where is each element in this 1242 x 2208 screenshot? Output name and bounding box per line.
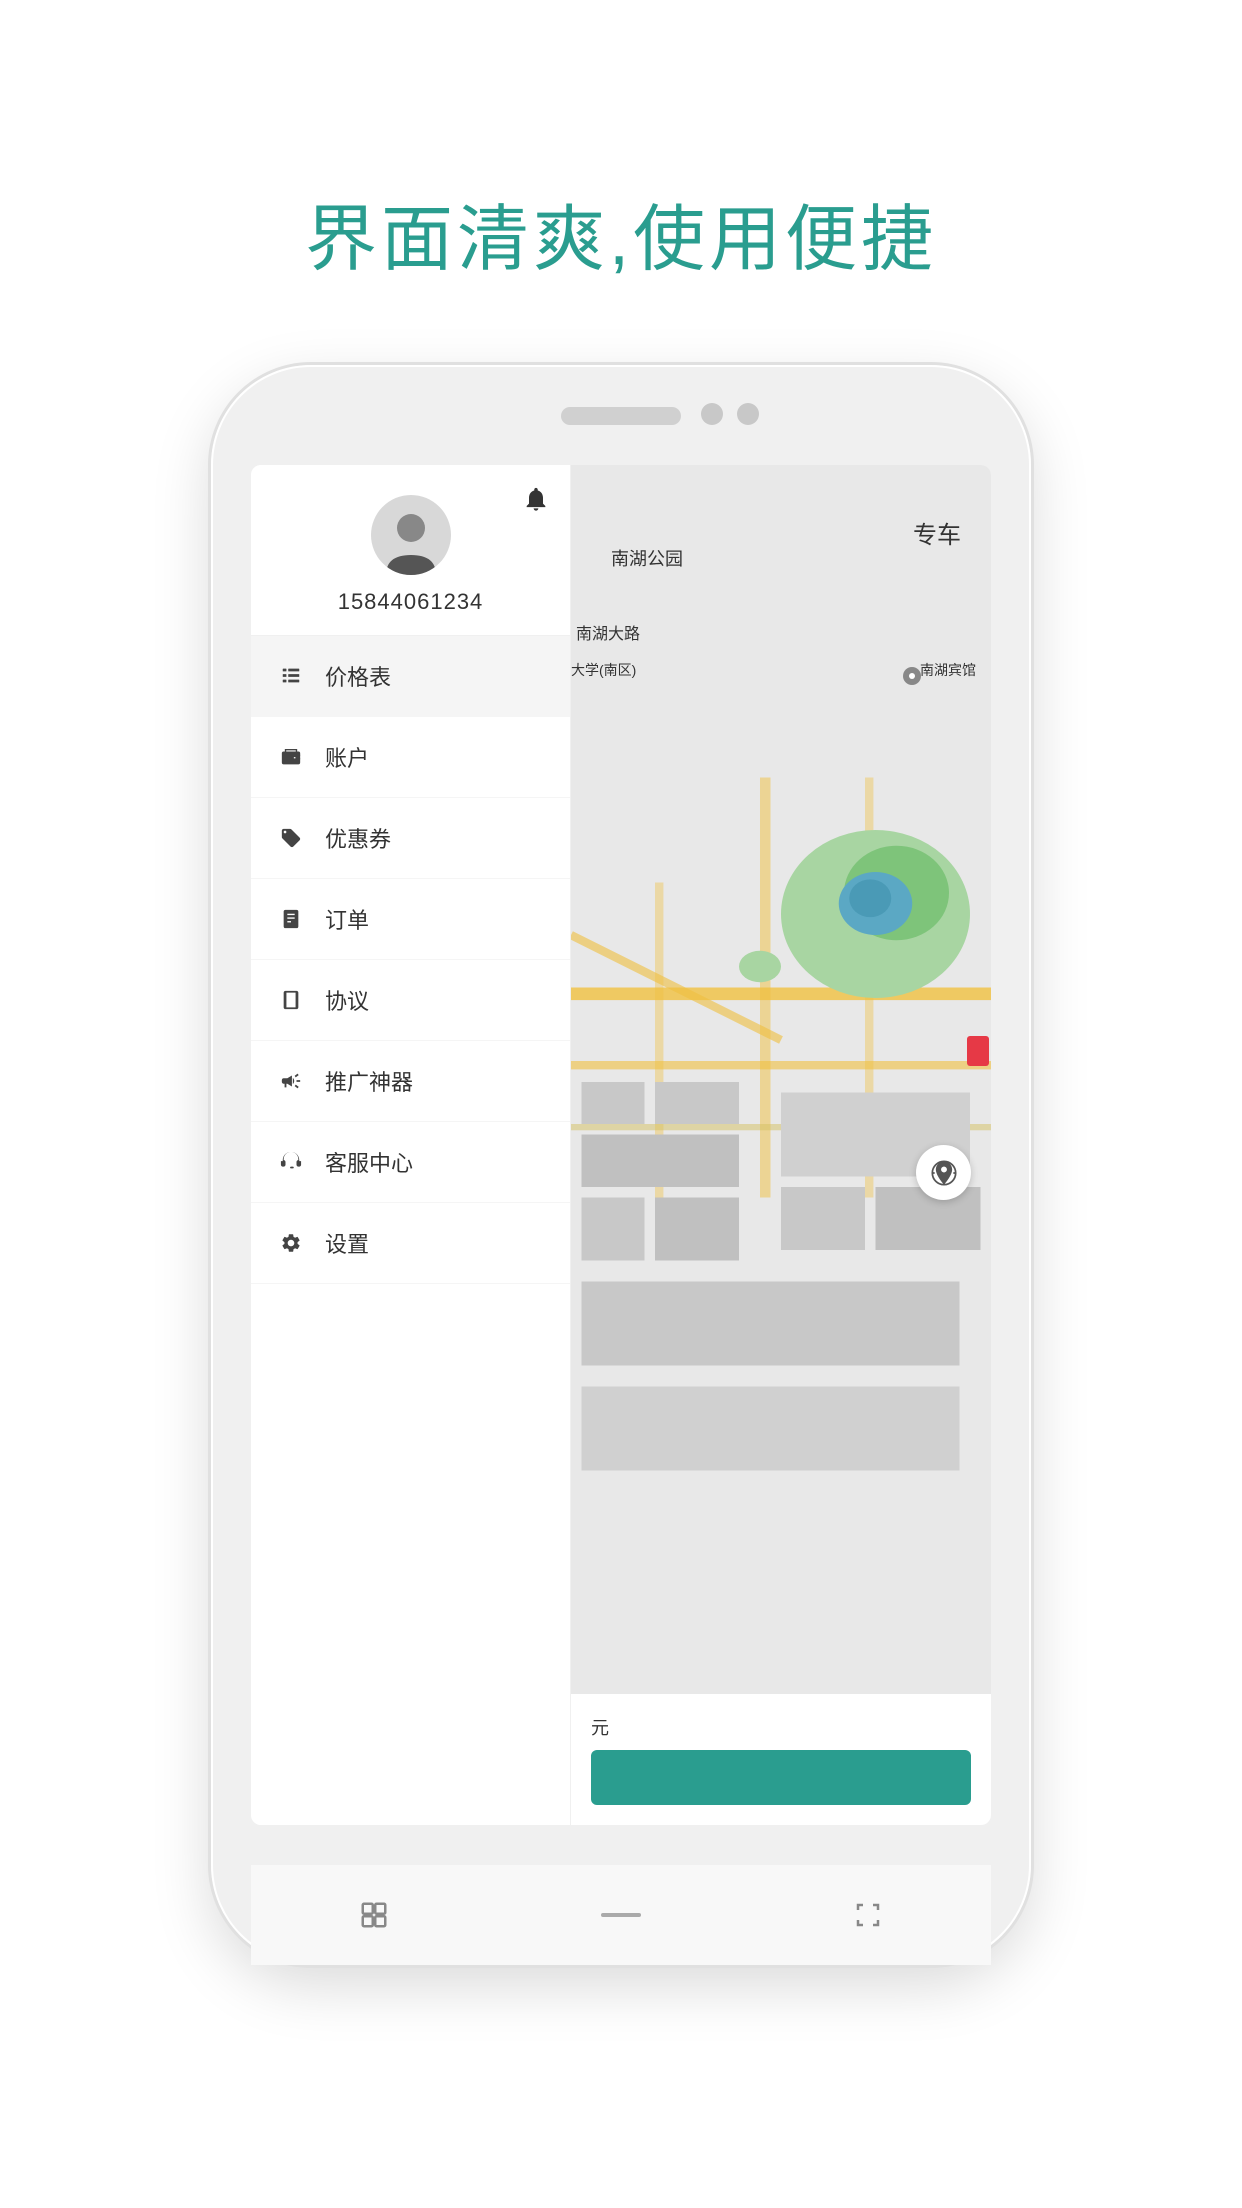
promotion-label: 推广神器 bbox=[325, 1065, 413, 1097]
gear-icon bbox=[277, 1229, 305, 1257]
map-marker-red bbox=[967, 1036, 989, 1066]
book-icon bbox=[277, 986, 305, 1014]
car-type-label: 专车 bbox=[913, 515, 961, 550]
document-icon bbox=[277, 905, 305, 933]
menu-item-price-list[interactable]: 价格表 bbox=[251, 636, 570, 717]
avatar bbox=[371, 495, 451, 575]
menu-item-coupons[interactable]: 优惠券 bbox=[251, 798, 570, 879]
settings-label: 设置 bbox=[325, 1227, 369, 1259]
phone-nav-bar bbox=[251, 1865, 991, 1965]
notification-bell-icon[interactable] bbox=[522, 485, 550, 518]
agreement-label: 协议 bbox=[325, 984, 369, 1016]
phone-speaker bbox=[561, 407, 681, 425]
book-button[interactable] bbox=[591, 1750, 971, 1805]
park-label: 南湖公园 bbox=[611, 545, 683, 571]
account-label: 账户 bbox=[325, 741, 369, 773]
map-panel: 专车 南湖公园 南湖大路 南湖宾馆 大学(南区) bbox=[571, 465, 991, 1825]
megaphone-icon bbox=[277, 1067, 305, 1095]
location-button[interactable] bbox=[916, 1145, 971, 1200]
wallet-icon bbox=[277, 743, 305, 771]
price-text: 元 bbox=[591, 1714, 971, 1740]
booking-area: 元 bbox=[571, 1694, 991, 1825]
tag-icon bbox=[277, 824, 305, 852]
nav-recent-icon[interactable] bbox=[843, 1895, 893, 1935]
menu-item-settings[interactable]: 设置 bbox=[251, 1203, 570, 1284]
drawer-header: 15844061234 bbox=[251, 465, 570, 636]
university-label: 大学(南区) bbox=[571, 660, 636, 680]
camera-dot-2 bbox=[737, 403, 759, 425]
customer-service-label: 客服中心 bbox=[325, 1146, 413, 1178]
menu-list: 价格表 账户 bbox=[251, 636, 570, 1825]
hotel-label: 南湖宾馆 bbox=[920, 660, 976, 680]
page-title: 界面清爽,使用便捷 bbox=[305, 180, 937, 285]
nav-back-icon[interactable] bbox=[349, 1895, 399, 1935]
nav-home-icon[interactable] bbox=[596, 1895, 646, 1935]
drawer-panel: 15844061234 bbox=[251, 465, 571, 1825]
road-label: 南湖大路 bbox=[576, 620, 640, 644]
phone-mockup: 15844061234 bbox=[211, 365, 1031, 1965]
menu-item-account[interactable]: 账户 bbox=[251, 717, 570, 798]
menu-item-agreement[interactable]: 协议 bbox=[251, 960, 570, 1041]
hotel-marker bbox=[903, 667, 921, 685]
coupons-label: 优惠券 bbox=[325, 822, 391, 854]
phone-screen: 15844061234 bbox=[251, 465, 991, 1825]
headset-icon bbox=[277, 1148, 305, 1176]
camera-dot-1 bbox=[701, 403, 723, 425]
price-list-label: 价格表 bbox=[325, 660, 391, 692]
phone-camera bbox=[701, 403, 759, 425]
orders-label: 订单 bbox=[325, 903, 369, 935]
menu-item-customer-service[interactable]: 客服中心 bbox=[251, 1122, 570, 1203]
menu-item-orders[interactable]: 订单 bbox=[251, 879, 570, 960]
user-phone-number: 15844061234 bbox=[338, 589, 484, 615]
menu-item-promotion[interactable]: 推广神器 bbox=[251, 1041, 570, 1122]
list-icon bbox=[277, 662, 305, 690]
